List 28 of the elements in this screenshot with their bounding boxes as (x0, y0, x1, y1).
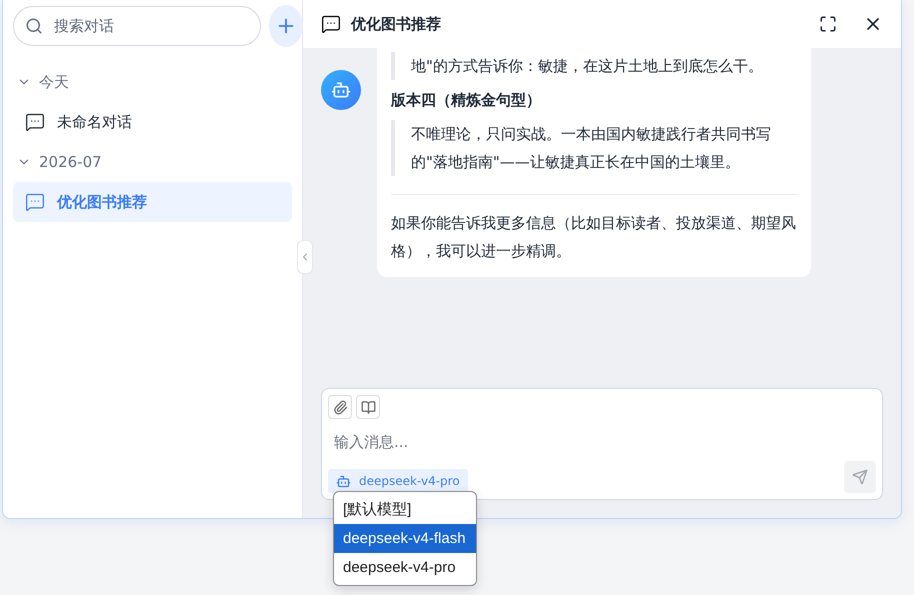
new-chat-button[interactable] (269, 5, 303, 47)
chat-icon (25, 112, 45, 132)
group-header[interactable]: 2026-07 (13, 142, 292, 182)
chat-title: 优化图书推荐 (351, 14, 442, 34)
search-field[interactable]: 搜索对话 (13, 6, 261, 46)
section-heading: 版本四（精炼金句型） (391, 90, 542, 111)
chat-icon (25, 192, 45, 212)
conversation-item[interactable]: 优化图书推荐 (13, 182, 292, 222)
book-button[interactable] (356, 395, 380, 419)
group-header[interactable]: 今天 (13, 62, 292, 102)
model-selector[interactable]: deepseek-v4-pro (328, 469, 468, 493)
book-icon (360, 400, 376, 414)
robot-icon (331, 80, 351, 100)
paperclip-icon (332, 400, 348, 414)
quote-text: 不唯理论，只问实战。一本由国内敏捷践行者共同书写的"落地指南"——让敏捷真正长在中国的土壤里。 (391, 120, 797, 176)
robot-icon (336, 474, 351, 488)
fullscreen-icon (819, 15, 837, 33)
quote-text: 地"的方式告诉你：敏捷，在这片土地上到底怎么干。 (391, 52, 797, 80)
send-icon (852, 469, 868, 485)
message-text: 如果你能告诉我更多信息（比如目标读者、投放渠道、期望风格），我可以进一步精调。 (391, 213, 797, 262)
chat-icon (321, 14, 341, 34)
conversation-item[interactable]: 未命名对话 (13, 102, 292, 142)
attach-button[interactable] (328, 395, 352, 419)
fullscreen-button[interactable] (819, 15, 837, 33)
collapse-handle[interactable] (297, 240, 313, 274)
model-option[interactable]: deepseek-v4-flash (334, 524, 476, 553)
model-option[interactable]: [默认模型] (334, 495, 476, 524)
model-option[interactable]: deepseek-v4-pro (334, 553, 476, 582)
